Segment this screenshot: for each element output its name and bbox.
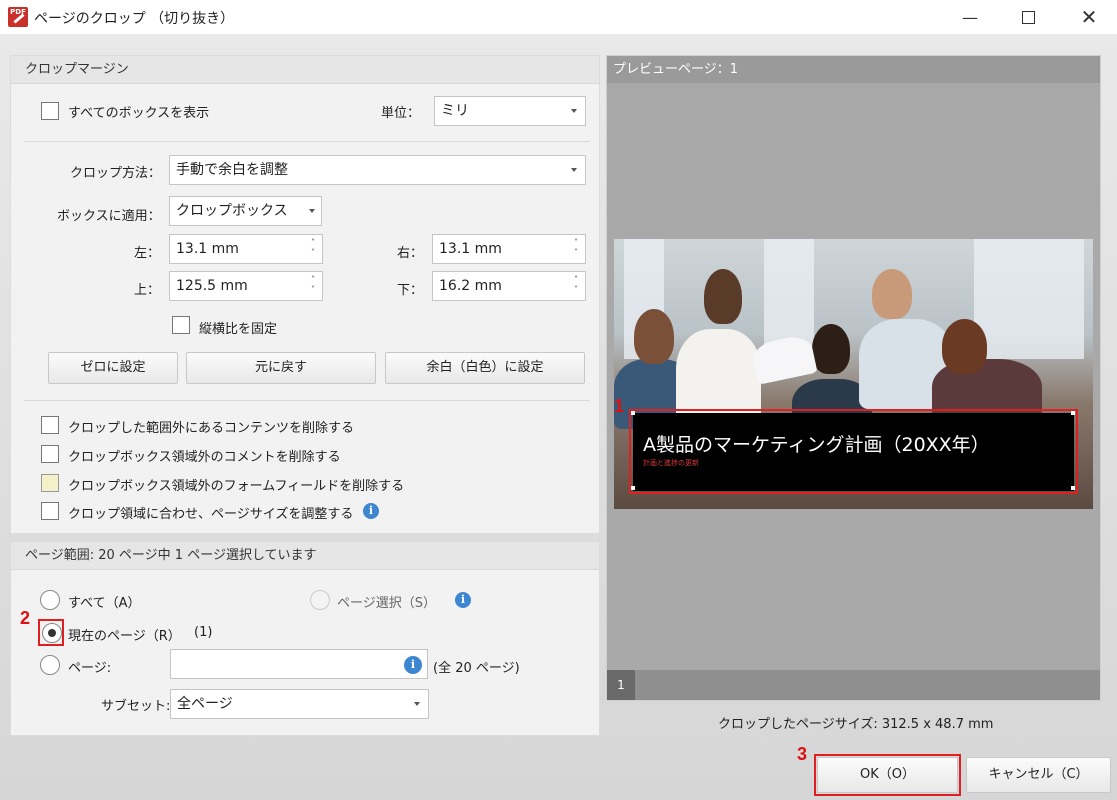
page-select-label: ページ選択（S）: [337, 596, 436, 611]
bottom-margin-spinbox[interactable]: 16.2 mm ˄ ˅: [432, 271, 586, 301]
delete-outside-comments-checkbox[interactable]: [41, 445, 59, 463]
chevron-down-icon: [571, 168, 577, 172]
highlight-box-current-page: [38, 619, 64, 646]
page-select-radio[interactable]: [310, 590, 330, 610]
left-margin-label: 左：: [134, 246, 161, 261]
spin-arrows-icon[interactable]: ˄ ˅: [571, 238, 581, 260]
delete-outside-content-label: クロップした範囲外にあるコンテンツを削除する: [68, 421, 355, 436]
current-page-count: (1): [194, 625, 213, 640]
crop-margin-header: クロップマージン: [11, 56, 599, 84]
close-button[interactable]: ✕: [1066, 0, 1112, 34]
window-title: ページのクロップ （切り抜き）: [34, 11, 235, 27]
maximize-button[interactable]: [1005, 0, 1051, 34]
spin-arrows-icon[interactable]: ˄ ˅: [571, 275, 581, 297]
window-pane: [974, 239, 1084, 359]
right-margin-value: 13.1 mm: [439, 241, 502, 257]
info-icon[interactable]: i: [455, 592, 471, 608]
chevron-down-icon: [414, 702, 420, 706]
info-icon[interactable]: i: [363, 503, 379, 519]
unit-value: ミリ: [441, 103, 469, 119]
maximize-icon: [1021, 10, 1035, 24]
bottom-margin-label: 下：: [397, 283, 424, 298]
crop-handle[interactable]: [1071, 486, 1075, 490]
bottom-margin-value: 16.2 mm: [439, 278, 502, 294]
delete-outside-formfields-checkbox[interactable]: [41, 474, 59, 492]
app-icon: PDF: [8, 7, 28, 27]
title-bar: PDF ページのクロップ （切り抜き） — ✕: [0, 0, 1117, 34]
subset-value: 全ページ: [177, 696, 233, 712]
fit-page-size-checkbox[interactable]: [41, 502, 59, 520]
pages-label: ページ:: [68, 661, 112, 676]
crop-method-label: クロップ方法：: [70, 166, 162, 181]
apply-box-label: ボックスに適用：: [57, 209, 161, 224]
chevron-down-icon: [309, 209, 315, 213]
left-margin-spinbox[interactable]: 13.1 mm ˄ ˅: [169, 234, 323, 264]
crop-handle[interactable]: [631, 411, 635, 415]
paper-document: [750, 333, 818, 385]
left-margin-value: 13.1 mm: [176, 241, 239, 257]
unit-select[interactable]: ミリ: [434, 96, 586, 126]
set-white-margin-button[interactable]: 余白（白色）に設定: [385, 352, 585, 384]
cropped-size-label: クロップしたページサイズ: 312.5 x 48.7 mm: [718, 717, 994, 732]
delete-outside-formfields-label: クロップボックス領域外のフォームフィールドを削除する: [68, 479, 405, 494]
delete-outside-content-checkbox[interactable]: [41, 416, 59, 434]
step-badge-3: 3: [797, 744, 808, 764]
current-page-label: 現在のページ（R）: [68, 629, 181, 644]
thumbnail-page[interactable]: 1: [607, 670, 635, 700]
keep-ratio-checkbox[interactable]: [172, 316, 190, 334]
pages-radio[interactable]: [40, 655, 60, 675]
reset-button[interactable]: 元に戻す: [186, 352, 376, 384]
all-pages-label: すべて（A）: [68, 596, 141, 611]
minimize-button[interactable]: —: [947, 0, 993, 34]
subset-select[interactable]: 全ページ: [170, 689, 429, 719]
minimize-icon: —: [962, 7, 978, 27]
top-margin-value: 125.5 mm: [176, 278, 248, 294]
preview-header: プレビューページ：1: [607, 56, 1100, 83]
fit-page-size-label: クロップ領域に合わせ、ページサイズを調整する: [68, 507, 354, 522]
spin-arrows-icon[interactable]: ˄ ˅: [308, 275, 318, 297]
right-margin-label: 右：: [397, 246, 424, 261]
apply-box-value: クロップボックス: [176, 203, 288, 219]
crop-method-select[interactable]: 手動で余白を調整: [169, 155, 586, 185]
person-figure: [812, 324, 850, 374]
top-margin-spinbox[interactable]: 125.5 mm ˄ ˅: [169, 271, 323, 301]
person-figure: [942, 319, 987, 374]
crop-handle[interactable]: [631, 486, 635, 490]
subset-label: サブセット:: [101, 699, 171, 714]
chevron-down-icon: [571, 109, 577, 113]
crop-handle[interactable]: [1071, 411, 1075, 415]
close-icon: ✕: [1080, 5, 1098, 29]
info-icon[interactable]: i: [404, 656, 422, 674]
divider: [24, 400, 590, 401]
divider: [24, 141, 590, 142]
keep-ratio-label: 縦横比を固定: [199, 322, 278, 337]
step-badge-2: 2: [20, 608, 31, 628]
crop-area-highlight[interactable]: [629, 409, 1078, 494]
cancel-button[interactable]: キャンセル（C）: [966, 757, 1111, 793]
apply-box-select[interactable]: クロップボックス: [169, 196, 322, 226]
highlight-box-ok: [814, 754, 961, 796]
thumbnail-strip: 1: [607, 670, 1100, 700]
crop-method-value: 手動で余白を調整: [176, 162, 288, 178]
all-pages-radio[interactable]: [40, 590, 60, 610]
person-figure: [704, 269, 742, 324]
page-range-header: ページ範囲: 20 ページ中 1 ページ選択しています: [11, 542, 599, 570]
spin-arrows-icon[interactable]: ˄ ˅: [308, 238, 318, 260]
show-all-boxes-checkbox[interactable]: [41, 102, 59, 120]
step-badge-1: 1: [614, 396, 625, 416]
show-all-boxes-label: すべてのボックスを表示: [68, 106, 210, 121]
pages-input[interactable]: [170, 649, 428, 679]
person-figure: [634, 309, 674, 364]
person-figure: [872, 269, 912, 319]
delete-outside-comments-label: クロップボックス領域外のコメントを削除する: [68, 450, 341, 465]
unit-label: 単位：: [381, 106, 421, 121]
pages-total-label: (全 20 ページ): [433, 661, 520, 676]
set-zero-button[interactable]: ゼロに設定: [48, 352, 178, 384]
top-margin-label: 上：: [134, 283, 161, 298]
right-margin-spinbox[interactable]: 13.1 mm ˄ ˅: [432, 234, 586, 264]
